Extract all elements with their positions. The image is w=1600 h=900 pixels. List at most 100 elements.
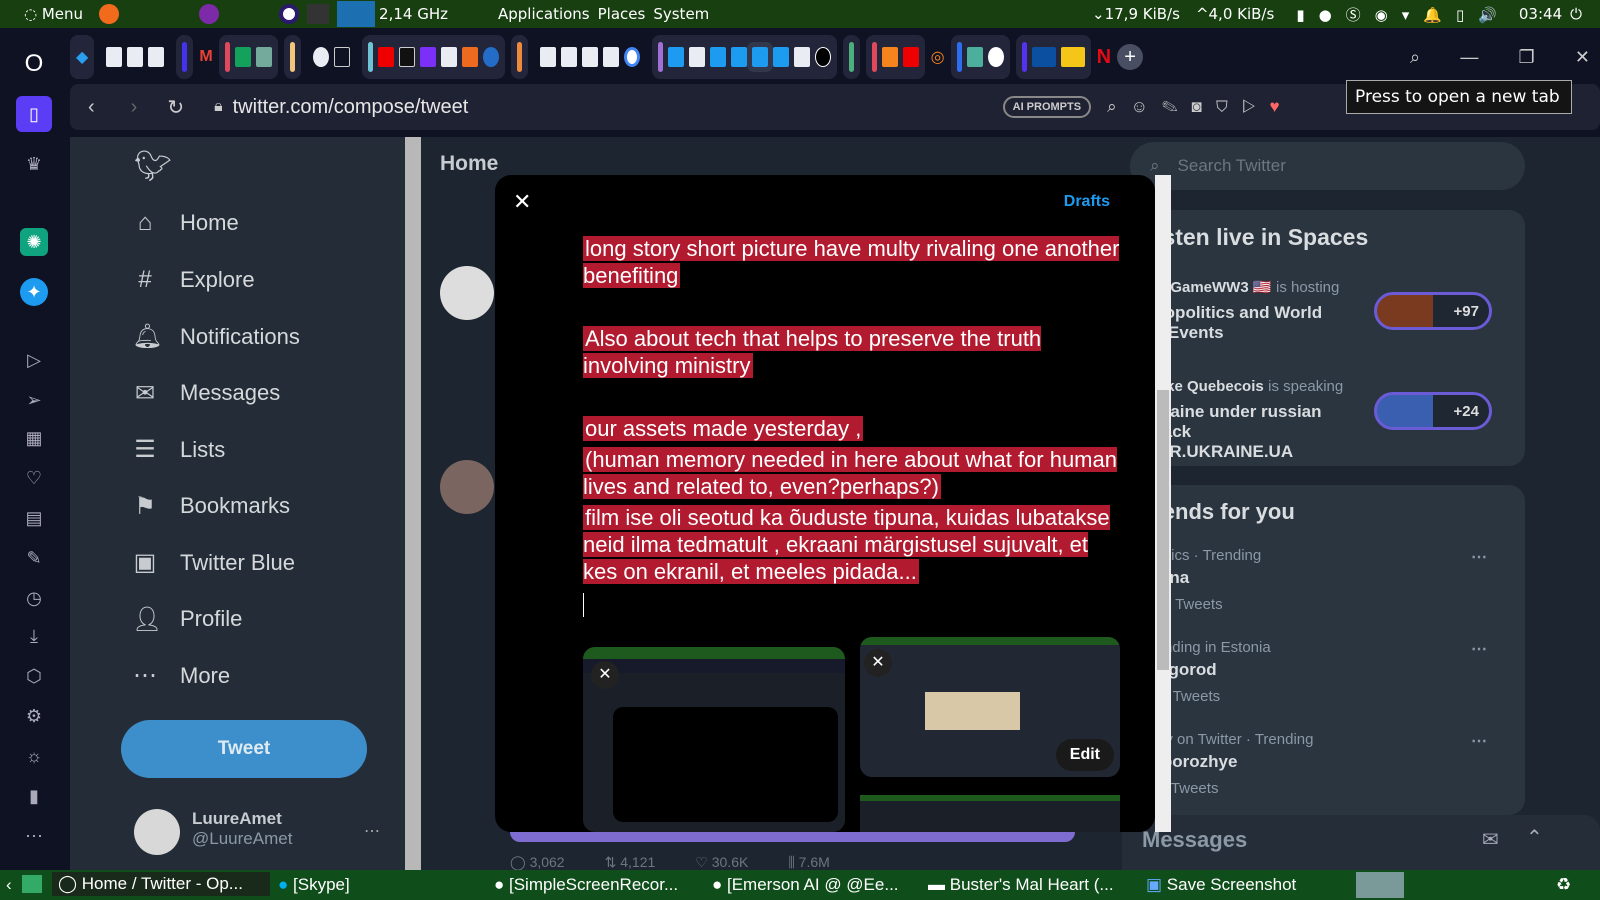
nav-item-profile[interactable]: 👤︎ Profile: [132, 605, 242, 634]
tab-group[interactable]: [176, 35, 194, 79]
url-field[interactable]: twitter.com/compose/tweet: [233, 96, 733, 119]
forward-button[interactable]: ›: [131, 96, 138, 119]
account-switcher[interactable]: LuureAmet @LuureAmet ⋯: [134, 809, 384, 859]
tab-group[interactable]: [534, 35, 646, 79]
firefox-icon[interactable]: [99, 4, 120, 24]
menu-button[interactable]: ◌ Menu: [24, 5, 91, 23]
nav-item-explore[interactable]: # Explore: [132, 266, 254, 294]
nav-item-lists[interactable]: ☰ Lists: [132, 435, 225, 464]
collapse-icon[interactable]: ⌃: [1526, 825, 1543, 850]
more-icon[interactable]: ⋯: [1471, 639, 1487, 659]
reply-count[interactable]: ◯ 3,062: [510, 854, 565, 870]
taskbar-item[interactable]: ▬ Buster's Mal Heart (...: [928, 875, 1114, 895]
power-icon[interactable]: ⏻: [1570, 5, 1582, 23]
tab-group[interactable]: ◆: [70, 35, 95, 79]
tweet-button[interactable]: Tweet: [121, 720, 367, 778]
download-icon[interactable]: ⤓: [20, 622, 48, 650]
more-icon[interactable]: ⋯: [1471, 547, 1487, 567]
nav-item-bookmarks[interactable]: ⚑ Bookmarks: [132, 492, 290, 521]
opera-logo-icon[interactable]: O: [20, 50, 48, 78]
bulb-icon[interactable]: ☼: [20, 742, 48, 770]
tab-group[interactable]: [842, 35, 860, 79]
search-tabs-icon[interactable]: ⌕: [1410, 47, 1420, 68]
edit-button[interactable]: Edit: [1055, 739, 1114, 771]
workspace-switcher[interactable]: [1356, 872, 1404, 898]
settings-icon[interactable]: ⚙: [20, 702, 48, 730]
taskbar-item[interactable]: ● [SimpleScreenRecor...: [494, 875, 678, 895]
system-menu[interactable]: System: [653, 5, 709, 23]
tab-group[interactable]: [307, 35, 356, 79]
close-window-button[interactable]: ✕: [1575, 47, 1590, 68]
tab-group[interactable]: [1015, 35, 1091, 79]
tweet-textarea[interactable]: long story short picture have multy riva…: [495, 235, 1155, 625]
nav-item-twitter-blue[interactable]: ▣ Twitter Blue: [132, 548, 295, 577]
maximize-button[interactable]: ❐: [1519, 47, 1535, 68]
trend-item[interactable]: Trending in Estonia Belgorod 37K Tweets ⋯: [1142, 639, 1517, 719]
remove-image-icon[interactable]: ✕: [591, 661, 619, 689]
minimize-button[interactable]: —: [1460, 47, 1478, 68]
tab-group[interactable]: [100, 35, 170, 79]
heart-icon[interactable]: ♡: [20, 464, 48, 492]
new-message-icon[interactable]: ✉: [1482, 827, 1499, 852]
tray-icons[interactable]: ▮●Ⓢ◉▾🔔▯🔊: [1296, 4, 1511, 25]
nav-item-more[interactable]: ⋯ More: [132, 661, 230, 690]
orbit-icon[interactable]: ◎: [931, 47, 945, 67]
search-input[interactable]: ⌕ Search Twitter: [1130, 142, 1525, 190]
messages-drawer[interactable]: Messages ✉ ⌃: [1122, 815, 1600, 870]
more-icon[interactable]: ⋯: [20, 822, 48, 850]
like-count[interactable]: ♡ 30.6K: [695, 854, 748, 870]
cube-icon[interactable]: ⬡: [20, 662, 48, 690]
netflix-icon[interactable]: N: [1097, 46, 1111, 69]
retweet-count[interactable]: ⇅ 4,121: [605, 854, 656, 870]
show-desktop[interactable]: [22, 875, 42, 893]
page-scrollbar[interactable]: [405, 137, 421, 870]
taskbar-item[interactable]: ▣ Save Screenshot: [1146, 875, 1296, 895]
gmail-icon[interactable]: M: [199, 48, 212, 66]
toolbar-icons[interactable]: ⌕☺✎◙⛉▷♥: [1107, 97, 1294, 117]
view-count[interactable]: ⫼ 7.6M: [788, 854, 829, 870]
battery-icon[interactable]: ▮: [20, 782, 48, 810]
close-icon[interactable]: ✕: [513, 189, 531, 215]
tab-group[interactable]: [510, 35, 528, 79]
chatgpt-icon[interactable]: ✺: [20, 228, 48, 256]
tab-group[interactable]: [361, 35, 505, 79]
tor-icon[interactable]: [199, 4, 220, 24]
taskbar-item[interactable]: ● [Emerson AI @ @Ee...: [712, 875, 899, 895]
more-icon[interactable]: ⋯: [1471, 731, 1487, 751]
tab-group-twitter[interactable]: [651, 35, 837, 79]
player-icon[interactable]: ▷: [20, 346, 48, 374]
edit-icon[interactable]: ✎: [20, 544, 48, 572]
twitter-icon[interactable]: ✦: [20, 278, 48, 306]
news-icon[interactable]: ▤: [20, 504, 48, 532]
space-item[interactable]: Bloke Quebecois is speaking Ukraine unde…: [1142, 378, 1512, 461]
taskbar-item[interactable]: ◯ Home / Twitter - Op...: [52, 872, 270, 896]
apps-icon[interactable]: ▦: [20, 424, 48, 452]
opera-icon[interactable]: [279, 4, 300, 24]
places-menu[interactable]: Places: [598, 5, 646, 23]
drafts-button[interactable]: Drafts: [1064, 193, 1110, 211]
applications-menu[interactable]: Applications: [498, 5, 590, 23]
twitter-logo-icon[interactable]: 🐦︎: [134, 149, 172, 184]
modal-scrollbar[interactable]: [1155, 175, 1171, 832]
send-icon[interactable]: ➢: [20, 386, 48, 414]
nav-item-home[interactable]: ⌂ Home: [132, 209, 239, 237]
tab-group[interactable]: [865, 35, 925, 79]
back-button[interactable]: ‹: [88, 96, 95, 119]
tab-group[interactable]: [218, 35, 278, 79]
attached-image[interactable]: [860, 795, 1120, 832]
workspace-icon[interactable]: ▯: [16, 96, 52, 132]
nav-item-messages[interactable]: ✉ Messages: [132, 379, 280, 408]
remove-image-icon[interactable]: ✕: [864, 649, 892, 677]
more-icon[interactable]: ⋯: [364, 821, 380, 841]
reload-button[interactable]: ↻: [167, 95, 184, 120]
taskbar-item[interactable]: ● [Skype]: [278, 875, 350, 895]
tab-group[interactable]: [950, 35, 1010, 79]
tab-group[interactable]: [283, 35, 301, 79]
attached-image[interactable]: ✕: [583, 647, 845, 832]
new-tab-button[interactable]: +: [1117, 44, 1144, 70]
terminal-icon[interactable]: [307, 4, 330, 24]
attached-image[interactable]: ✕ Edit: [860, 637, 1120, 777]
history-icon[interactable]: ◷: [20, 584, 48, 612]
space-item[interactable]: EndGameWW3 🇺🇸 is hosting Geopolitics and…: [1142, 278, 1512, 358]
trash-icon[interactable]: ♻: [1556, 875, 1571, 895]
